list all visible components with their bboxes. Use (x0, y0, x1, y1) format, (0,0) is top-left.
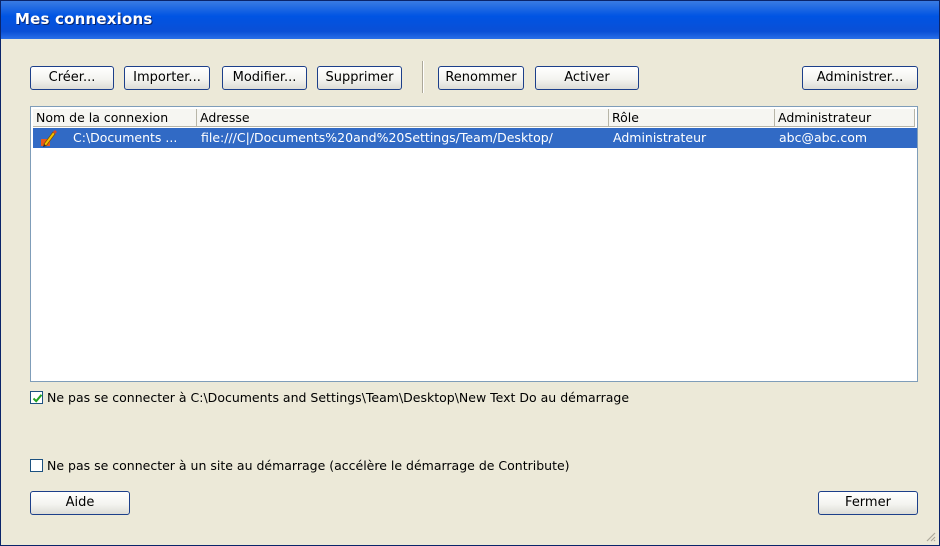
title-bar[interactable]: Mes connexions (1, 1, 939, 39)
column-header-name[interactable]: Nom de la connexion (33, 109, 197, 127)
column-header-admin[interactable]: Administrateur (775, 109, 915, 127)
no-connect-file-label[interactable]: Ne pas se connecter à C:\Documents and S… (47, 390, 629, 405)
no-connect-site-label[interactable]: Ne pas se connecter à un site au démarra… (47, 458, 570, 473)
connections-list[interactable]: Nom de la connexion Adresse Rôle Adminis… (30, 106, 918, 382)
close-button[interactable]: Fermer (818, 491, 918, 515)
pencil-connection-icon (39, 129, 57, 147)
row-admin: abc@abc.com (779, 130, 868, 145)
column-header-role[interactable]: Rôle (609, 109, 775, 127)
row-name: C:\Documents ... (73, 130, 178, 145)
no-connect-file-checkbox[interactable] (30, 391, 43, 404)
window-title: Mes connexions (15, 10, 153, 28)
toolbar-separator (422, 61, 424, 93)
connections-dialog: Mes connexions Créer... Importer... Modi… (0, 0, 940, 546)
row-role: Administrateur (613, 130, 707, 145)
row-address: file:///C|/Documents%20and%20Settings/Te… (201, 130, 553, 145)
administer-button[interactable]: Administrer... (802, 66, 918, 90)
delete-button[interactable]: Supprimer (317, 66, 402, 90)
rename-button[interactable]: Renommer (438, 66, 524, 90)
no-connect-site-checkbox[interactable] (30, 459, 43, 472)
resize-grip-icon[interactable] (924, 530, 936, 542)
activate-button[interactable]: Activer (535, 66, 639, 90)
help-button[interactable]: Aide (30, 491, 130, 515)
checkmark-icon (32, 394, 43, 403)
import-button[interactable]: Importer... (124, 66, 210, 90)
table-row[interactable]: C:\Documents ... file:///C|/Documents%20… (33, 128, 917, 148)
create-button[interactable]: Créer... (30, 66, 114, 90)
modify-button[interactable]: Modifier... (222, 66, 307, 90)
column-header-address[interactable]: Adresse (197, 109, 609, 127)
